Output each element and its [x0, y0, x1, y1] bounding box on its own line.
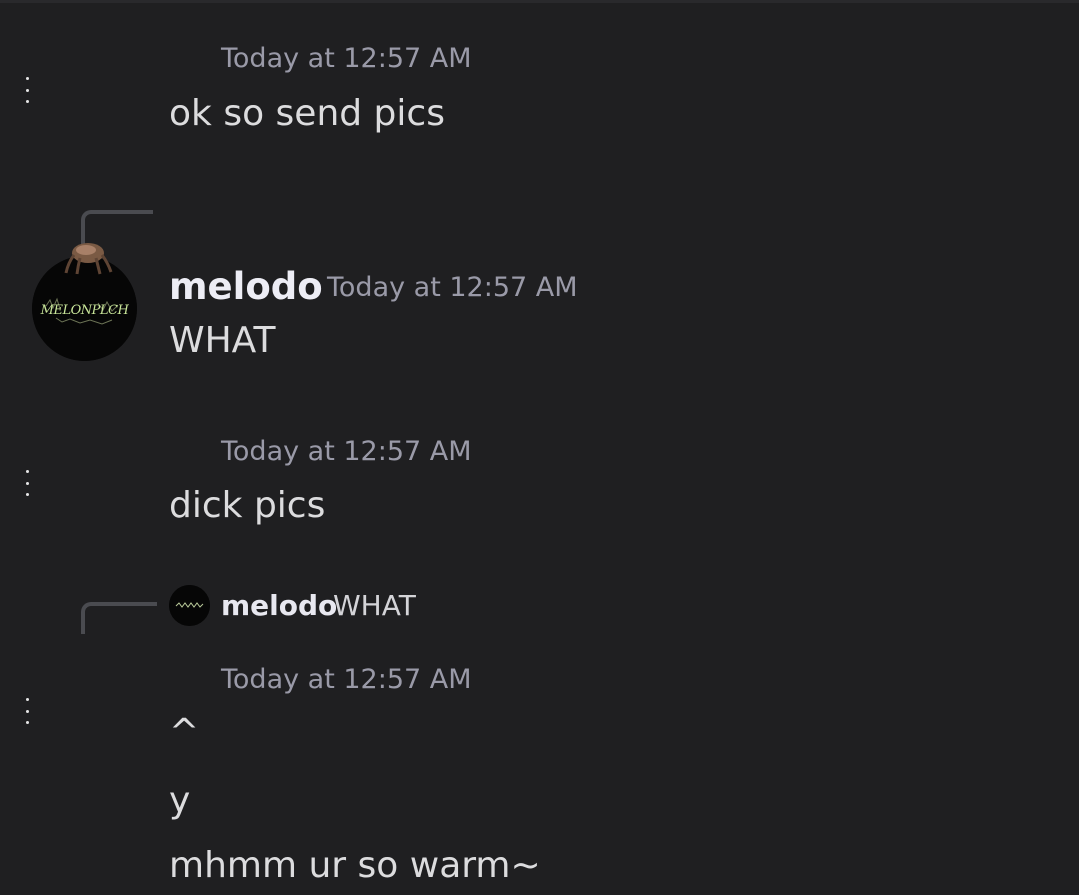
message-options-icon[interactable] — [24, 698, 30, 724]
message-timestamp[interactable]: Today at 12:57 AM — [327, 274, 578, 301]
message-options-icon[interactable] — [24, 470, 30, 496]
avatar-logo-text: MELONPLCH — [40, 303, 130, 318]
message-content: dick pics — [169, 485, 326, 526]
message-timestamp[interactable]: Today at 12:57 AM — [221, 45, 472, 72]
message-content-line: ^ — [169, 712, 200, 753]
message-content-line: y — [169, 780, 191, 821]
message-content: ok so send pics — [169, 93, 445, 134]
reply-avatar-image — [169, 585, 210, 626]
message-timestamp[interactable]: Today at 12:57 AM — [221, 666, 472, 693]
chat-messages: Today at 12:57 AM ok so send pics MELONP… — [0, 0, 1079, 895]
message-timestamp[interactable]: Today at 12:57 AM — [221, 438, 472, 465]
message-content-line: mhmm ur so warm~ — [169, 845, 541, 886]
reply-author[interactable]: melodo — [221, 592, 337, 620]
reply-avatar[interactable] — [169, 585, 210, 626]
message-content: WHAT — [169, 320, 276, 361]
avatar-decoration-creature — [64, 243, 113, 275]
message-options-icon[interactable] — [24, 77, 30, 103]
message-author[interactable]: melodo — [169, 268, 323, 305]
reply-preview[interactable]: WHAT — [333, 592, 416, 620]
reply-connector — [81, 602, 157, 634]
